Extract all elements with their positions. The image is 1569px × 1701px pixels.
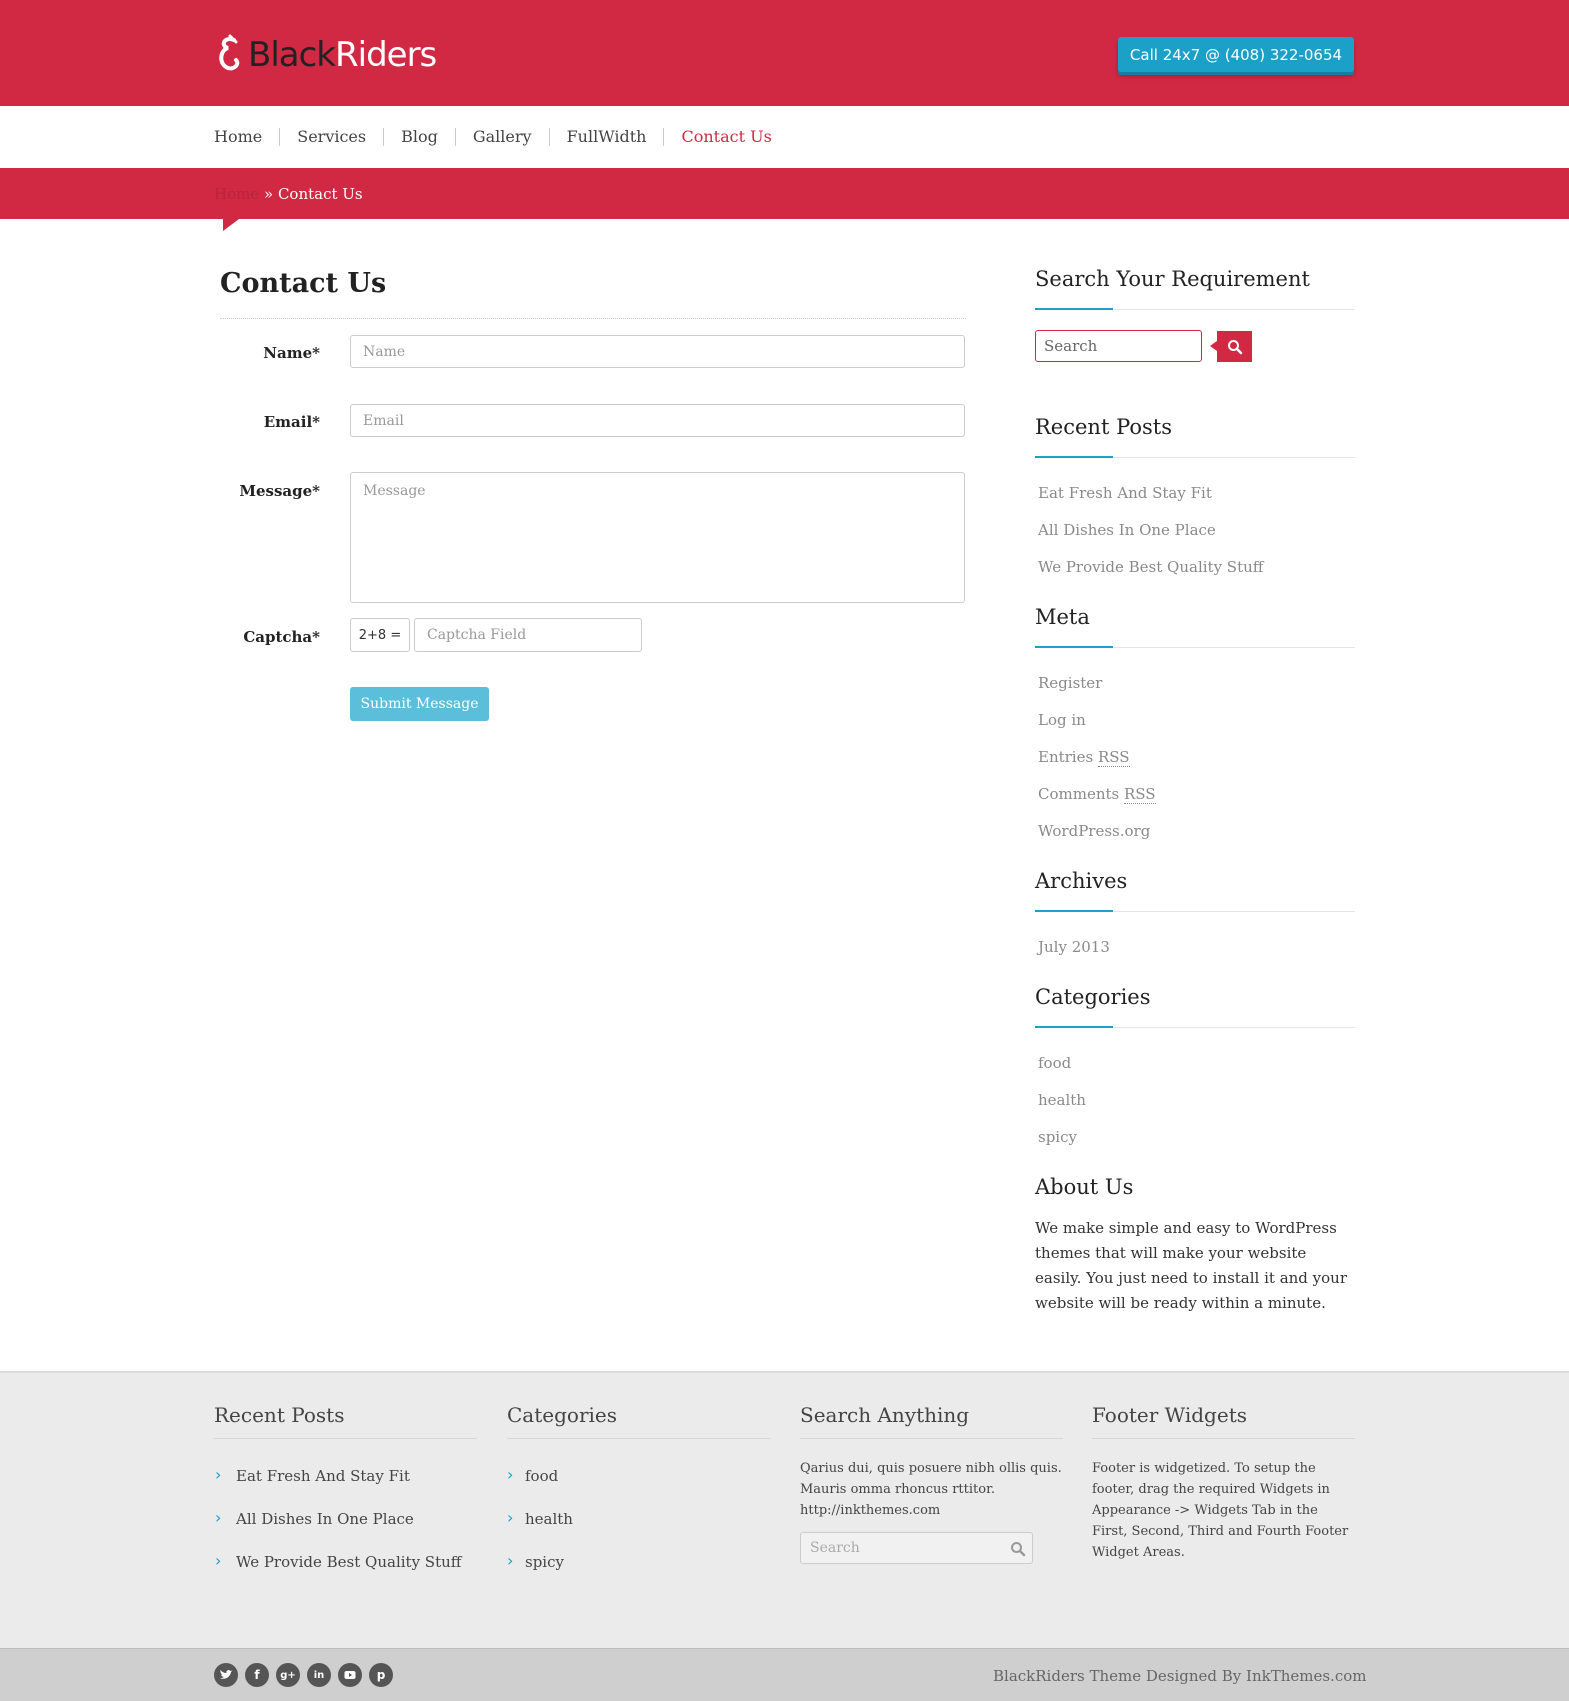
search-icon[interactable] bbox=[1010, 1541, 1026, 1557]
linkedin-icon[interactable]: in bbox=[307, 1663, 331, 1687]
sidebar-category-link[interactable]: spicy bbox=[1038, 1128, 1077, 1146]
email-field[interactable]: Email bbox=[350, 404, 965, 437]
submit-message-button[interactable]: Submit Message bbox=[350, 687, 489, 721]
sidebar-recent-rule bbox=[1035, 456, 1355, 458]
breadcrumb-current: Contact Us bbox=[277, 185, 363, 203]
footer-recent-title: Recent Posts bbox=[214, 1403, 345, 1427]
sidebar-about-title: About Us bbox=[1035, 1175, 1134, 1199]
meta-comments-rss-abbr: RSS bbox=[1124, 785, 1156, 804]
footer-category-link[interactable]: food bbox=[525, 1467, 558, 1485]
site-logo[interactable]: BlackRiders bbox=[214, 30, 437, 80]
nav-item-contact-us[interactable]: Contact Us bbox=[663, 128, 788, 146]
footer-categories-title: Categories bbox=[507, 1403, 617, 1427]
breadcrumb: Home » Contact Us bbox=[214, 185, 363, 203]
breadcrumb-notch bbox=[223, 219, 239, 231]
footer-recent-post[interactable]: All Dishes In One Place bbox=[236, 1510, 414, 1528]
logo-text-black: Black bbox=[248, 35, 336, 75]
meta-wordpress-link[interactable]: WordPress.org bbox=[1038, 822, 1150, 840]
captcha-question: 2+8 = bbox=[350, 618, 410, 652]
footer-widgets-title: Footer Widgets bbox=[1092, 1403, 1247, 1427]
nav-item-home[interactable]: Home bbox=[214, 128, 279, 146]
sidebar-recent-post[interactable]: All Dishes In One Place bbox=[1038, 521, 1216, 539]
archive-link[interactable]: July 2013 bbox=[1038, 938, 1110, 956]
twitter-bird-glyph bbox=[220, 1669, 233, 1679]
logo-swirl-icon bbox=[219, 34, 240, 71]
search-icon bbox=[1227, 339, 1242, 354]
footer-recent-post[interactable]: We Provide Best Quality Stuff bbox=[236, 1553, 461, 1571]
breadcrumb-band: Home » Contact Us bbox=[0, 168, 1569, 219]
footer-category-link[interactable]: health bbox=[525, 1510, 573, 1528]
youtube-icon[interactable] bbox=[338, 1663, 362, 1687]
google-plus-icon[interactable]: g+ bbox=[276, 1663, 300, 1687]
footer-recent-post[interactable]: Eat Fresh And Stay Fit bbox=[236, 1467, 410, 1485]
breadcrumb-separator: » bbox=[259, 185, 278, 203]
sidebar-archives-rule bbox=[1035, 910, 1355, 912]
chevron-right-icon: › bbox=[507, 1551, 514, 1570]
footer-search-rule bbox=[800, 1438, 1063, 1439]
captcha-field[interactable]: Captcha Field bbox=[414, 618, 642, 652]
meta-entries-rss-link[interactable]: Entries RSS bbox=[1038, 748, 1130, 767]
chevron-right-icon: › bbox=[507, 1465, 514, 1484]
nav-list: Home Services Blog Gallery FullWidth Con… bbox=[214, 128, 789, 146]
page-title: Contact Us bbox=[220, 268, 387, 299]
meta-entries-label: Entries bbox=[1038, 748, 1094, 766]
pinterest-icon[interactable]: p bbox=[369, 1663, 393, 1687]
footer-widgets-rule bbox=[1092, 1438, 1355, 1439]
captcha-label: Captcha* bbox=[243, 628, 320, 646]
footer-search-title: Search Anything bbox=[800, 1403, 970, 1427]
footer-bottom-bar: f g+ in p BlackRiders Theme Designed By … bbox=[0, 1648, 1569, 1701]
sidebar-categories-title: Categories bbox=[1035, 985, 1151, 1009]
meta-entries-rss-abbr: RSS bbox=[1097, 748, 1130, 767]
footer-widgets-text: Footer is widgetized. To setup the foote… bbox=[1092, 1461, 1349, 1560]
main-nav: Home Services Blog Gallery FullWidth Con… bbox=[0, 106, 1569, 168]
title-divider bbox=[220, 318, 966, 319]
call-button[interactable]: Call 24x7 @ (408) 322-0654 bbox=[1118, 37, 1354, 72]
sidebar-recent-post[interactable]: We Provide Best Quality Stuff bbox=[1038, 558, 1263, 576]
nav-item-blog[interactable]: Blog bbox=[383, 128, 455, 146]
sidebar-meta-title: Meta bbox=[1035, 605, 1090, 629]
site-header: BlackRiders Call 24x7 @ (408) 322-0654 bbox=[0, 0, 1569, 106]
sidebar-about-text: We make simple and easy to WordPress the… bbox=[1035, 1219, 1347, 1312]
logo-text-riders: Riders bbox=[335, 35, 437, 75]
sidebar-category-link[interactable]: health bbox=[1038, 1091, 1086, 1109]
footer-category-link[interactable]: spicy bbox=[525, 1553, 564, 1571]
footer-search-input[interactable]: Search bbox=[800, 1532, 1033, 1564]
meta-comments-label: Comments bbox=[1038, 785, 1120, 803]
sidebar-search-title: Search Your Requirement bbox=[1035, 267, 1310, 291]
sidebar-search-button[interactable] bbox=[1210, 331, 1252, 362]
breadcrumb-home-link[interactable]: Home bbox=[214, 185, 259, 203]
sidebar-archives-title: Archives bbox=[1035, 869, 1128, 893]
site-footer: Recent Posts › Eat Fresh And Stay Fit › … bbox=[0, 1371, 1569, 1648]
chevron-right-icon: › bbox=[507, 1508, 514, 1527]
chevron-right-icon: › bbox=[215, 1508, 222, 1527]
sidebar-recent-title: Recent Posts bbox=[1035, 415, 1172, 439]
facebook-icon[interactable]: f bbox=[245, 1663, 269, 1687]
footer-categories-rule bbox=[507, 1438, 770, 1439]
nav-item-gallery[interactable]: Gallery bbox=[454, 128, 549, 146]
nav-item-fullwidth[interactable]: FullWidth bbox=[548, 128, 664, 146]
meta-comments-rss-link[interactable]: Comments RSS bbox=[1038, 785, 1156, 804]
sidebar-meta-rule bbox=[1035, 646, 1355, 648]
nav-item-services[interactable]: Services bbox=[279, 128, 383, 146]
sidebar-categories-rule bbox=[1035, 1026, 1355, 1028]
footer-credit: BlackRiders Theme Designed By InkThemes.… bbox=[993, 1667, 1367, 1685]
message-label: Message* bbox=[239, 482, 320, 500]
chevron-right-icon: › bbox=[215, 1551, 222, 1570]
footer-search-text: Qarius dui, quis posuere nibh ollis quis… bbox=[800, 1461, 1062, 1518]
sidebar-search-input[interactable]: Search bbox=[1035, 330, 1202, 362]
logo-text: BlackRiders bbox=[248, 35, 437, 75]
chevron-right-icon: › bbox=[215, 1465, 222, 1484]
meta-register-link[interactable]: Register bbox=[1038, 674, 1102, 692]
youtube-play-glyph bbox=[344, 1671, 356, 1679]
name-label: Name* bbox=[263, 344, 320, 362]
sidebar-search-rule bbox=[1035, 308, 1355, 310]
meta-login-link[interactable]: Log in bbox=[1038, 711, 1086, 729]
message-textarea[interactable]: Message bbox=[350, 472, 965, 603]
name-field[interactable]: Name bbox=[350, 335, 965, 368]
footer-recent-rule bbox=[214, 1438, 477, 1439]
twitter-icon[interactable] bbox=[214, 1663, 238, 1687]
sidebar-category-link[interactable]: food bbox=[1038, 1054, 1071, 1072]
email-label: Email* bbox=[263, 413, 320, 431]
sidebar-recent-post[interactable]: Eat Fresh And Stay Fit bbox=[1038, 484, 1212, 502]
